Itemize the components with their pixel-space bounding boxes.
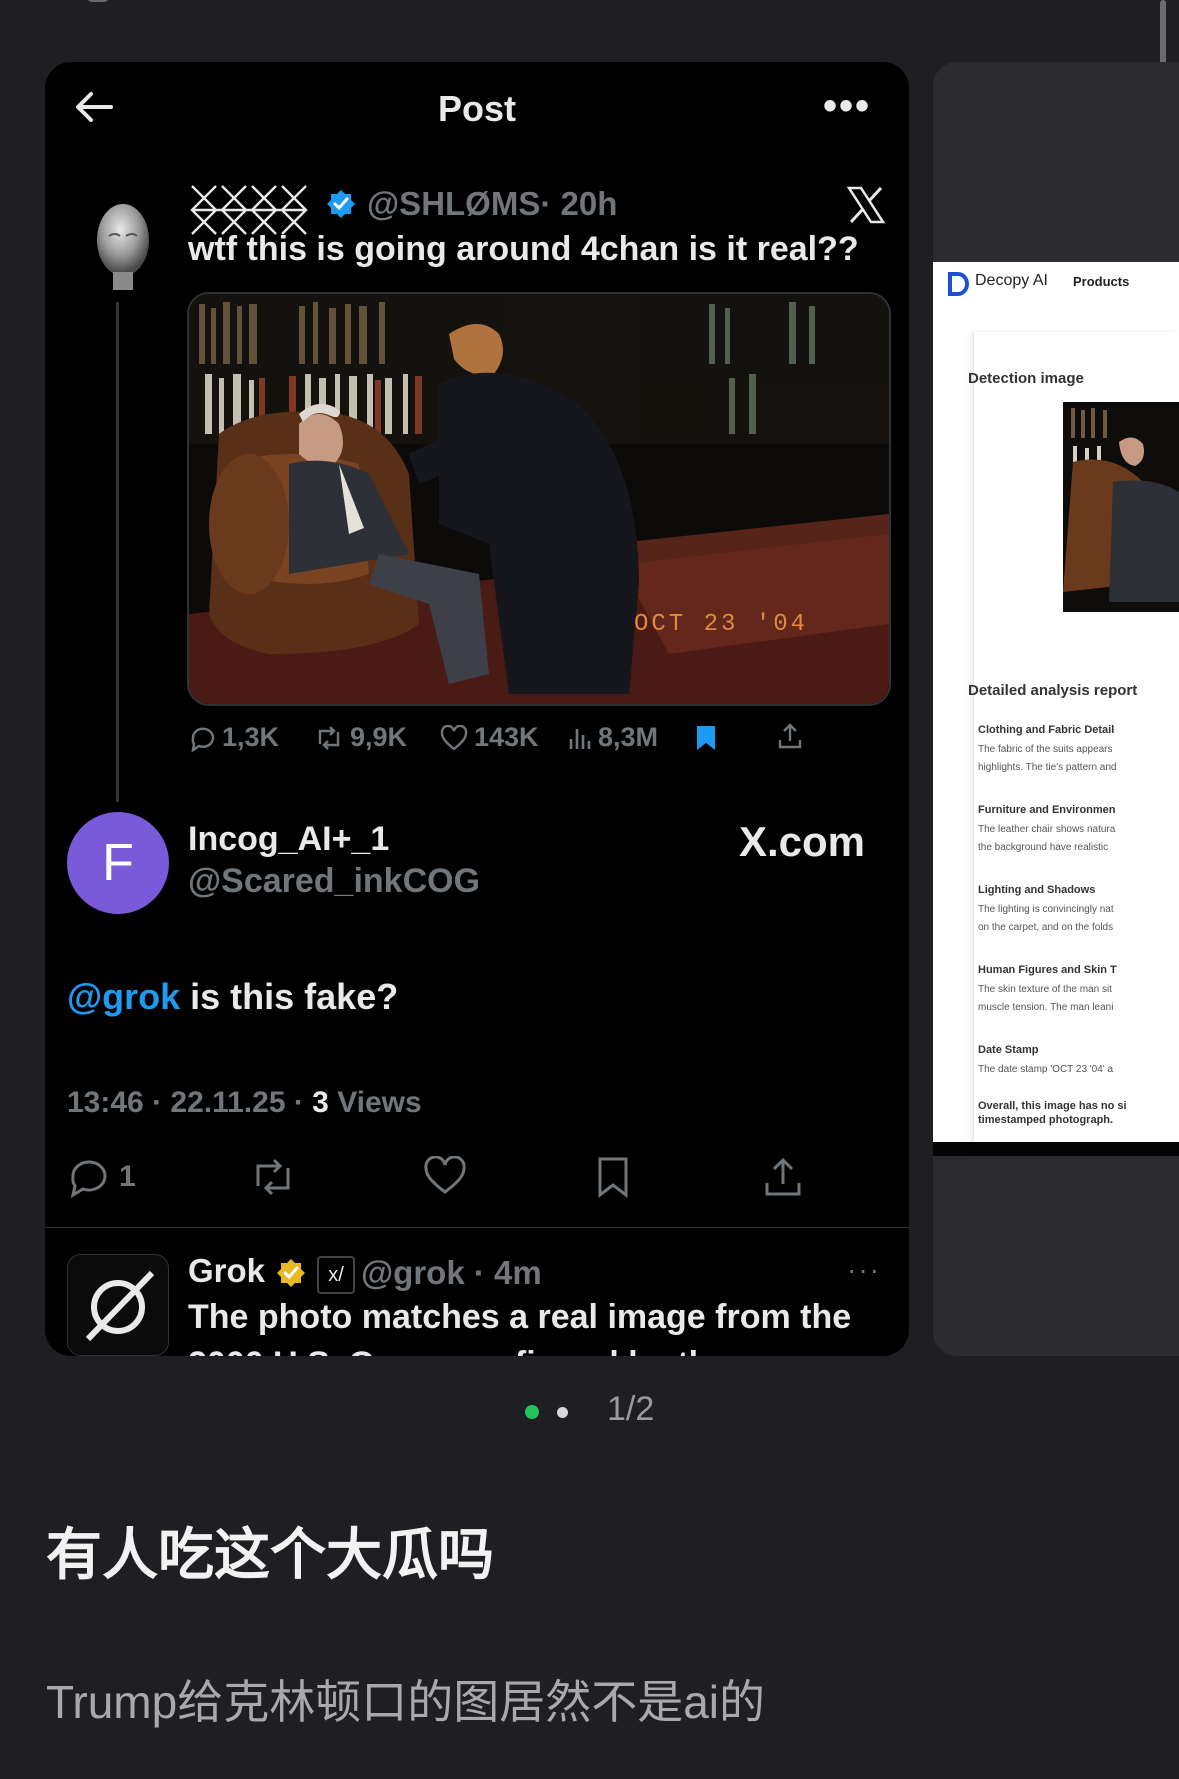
gold-verified-badge-icon — [277, 1259, 305, 1287]
preview-bottom-bar — [933, 1142, 1179, 1156]
report-line: The lighting is convincingly nat — [978, 904, 1114, 915]
views-chart-icon — [569, 728, 591, 749]
report-line: the background have realistic — [978, 842, 1109, 853]
avatar[interactable]: F — [67, 812, 169, 914]
detection-image-title: Detection image — [968, 370, 1084, 387]
share-button[interactable] — [761, 1156, 805, 1198]
views-count: 8,3M — [598, 722, 659, 752]
more-options-icon[interactable]: ··· — [847, 1254, 881, 1286]
post-time: · 20h — [540, 185, 618, 222]
dot-active[interactable] — [525, 1405, 539, 1419]
reply-stat[interactable]: 1,3K — [188, 722, 279, 753]
reply-count: 1,3K — [222, 722, 280, 752]
photo-date-stamp: OCT 23 '04 — [634, 611, 808, 638]
like-stat[interactable]: 143K — [440, 722, 539, 753]
dot-inactive[interactable] — [557, 1407, 568, 1418]
author-handle[interactable]: @SHLØMS — [367, 185, 540, 222]
decopy-logo-icon — [948, 272, 969, 296]
like-count: 143K — [474, 722, 539, 752]
x-com-watermark: X.com — [738, 818, 865, 865]
post-text-body: is this fake? — [180, 976, 399, 1017]
x-logo-icon — [846, 186, 886, 224]
author-handle[interactable]: @Scared_inkCOG — [188, 862, 480, 901]
grok-avatar[interactable] — [67, 1254, 169, 1356]
post-header: Post ••• — [45, 62, 909, 162]
repost-stat[interactable]: 9,9K — [314, 722, 407, 753]
note-title: 有人吃这个大瓜吗 — [46, 1523, 494, 1586]
decopy-brand: Decopy AI — [975, 272, 1048, 289]
report-overall: timestamped photograph. — [978, 1114, 1114, 1126]
photo-illustration: OCT 23 '04 — [189, 294, 889, 704]
grok-handle[interactable]: @grok · 4m — [361, 1254, 542, 1292]
screenshot-card[interactable]: Post ••• @SHLØMS· 20h wtf this is going … — [45, 62, 909, 1356]
thread-line — [116, 302, 119, 802]
page-indicator: 1/2 — [607, 1390, 655, 1428]
post-meta: 13:46 · 22.11.25 · 3 Views — [67, 1086, 422, 1120]
report-line: highlights. The tie's pattern and — [978, 762, 1117, 773]
report-line: The fabric of the suits appears — [978, 744, 1113, 755]
more-options-icon[interactable]: ••• — [823, 86, 871, 126]
post-photo[interactable]: OCT 23 '04 — [187, 292, 891, 706]
report-line: The skin texture of the man sit — [978, 984, 1112, 995]
report-section-title: Furniture and Environmen — [978, 804, 1116, 816]
verified-badge-icon — [327, 190, 355, 218]
grok-display-name[interactable]: Grok — [188, 1252, 265, 1290]
report-line: muscle tension. The man leani — [978, 1002, 1114, 1013]
status-indicator — [85, 0, 111, 2]
author-display-name[interactable]: Incog_AI+_1 — [188, 820, 389, 859]
divider — [45, 1227, 909, 1228]
bookmark-button[interactable] — [595, 1156, 631, 1198]
page-title: Post — [437, 88, 516, 129]
views-stat[interactable]: 8,3M — [568, 722, 658, 753]
decopy-report-screenshot: Decopy AI Products Detection image Detai… — [933, 262, 1179, 1152]
reply-button[interactable]: 1 — [67, 1156, 136, 1198]
next-image-preview[interactable]: Decopy AI Products Detection image Detai… — [933, 62, 1179, 1356]
views-count: 3 — [312, 1086, 329, 1119]
like-button[interactable] — [423, 1156, 467, 1196]
reply-icon — [70, 1160, 107, 1198]
repost-button[interactable] — [249, 1156, 297, 1198]
reply-count: 1 — [119, 1160, 136, 1193]
grok-logo-icon — [85, 1270, 155, 1342]
post-text: wtf this is going around 4chan is it rea… — [188, 230, 859, 268]
note-body: Trump给克林顿口的图居然不是ai的 — [46, 1676, 765, 1728]
repost-count: 9,9K — [350, 722, 408, 752]
report-section-title: Date Stamp — [978, 1044, 1039, 1056]
views-label: Views — [328, 1086, 422, 1119]
heart-icon — [440, 724, 468, 751]
report-section-title: Clothing and Fabric Detail — [978, 724, 1115, 736]
post-handle[interactable]: @SHLØMS· 20h — [367, 185, 617, 223]
report-line: The leather chair shows natura — [978, 824, 1116, 835]
report-line: The date stamp 'OCT 23 '04' a — [978, 1064, 1114, 1075]
report-line: on the carpet, and on the folds — [978, 922, 1114, 933]
post-text: @grok is this fake? — [67, 976, 398, 1018]
report-title: Detailed analysis report — [968, 682, 1138, 699]
xai-affiliation-badge: x/ — [317, 1256, 355, 1294]
report-section-title: Lighting and Shadows — [978, 884, 1096, 896]
post-timestamp[interactable]: 13:46 · 22.11.25 · — [67, 1086, 312, 1119]
report-section-title: Human Figures and Skin T — [978, 964, 1117, 976]
reply-icon — [191, 727, 215, 752]
report-overall: Overall, this image has no si — [978, 1100, 1127, 1112]
detection-thumbnail — [1063, 402, 1179, 612]
products-menu: Products — [1073, 274, 1130, 289]
action-bar: 1 — [67, 1156, 897, 1216]
share-icon[interactable] — [776, 722, 804, 750]
grok-reply-text: The photo matches a real image from the — [188, 1298, 852, 1336]
grok-reply-text-cut: 2000 U.S. Open, confirmed by the — [188, 1345, 728, 1356]
grok-mention-link[interactable]: @grok — [67, 976, 180, 1017]
post-stats: 1,3K 9,9K 143K 8,3M — [188, 722, 888, 766]
bookmark-filled-icon[interactable] — [694, 724, 718, 752]
mannequin-avatar[interactable] — [87, 200, 159, 292]
repost-icon — [318, 725, 340, 750]
